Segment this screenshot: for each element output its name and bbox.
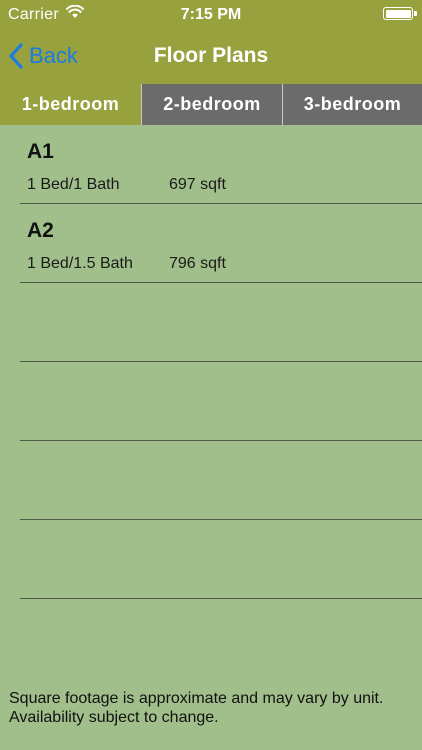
app-header: Carrier 7:15 PM Back Floor Plans xyxy=(0,0,422,84)
disclaimer-line-1: Square footage is approximate and may va… xyxy=(9,690,384,707)
empty-list-row xyxy=(20,362,422,441)
floor-plan-list: A1 1 Bed/1 Bath 697 sqft A2 1 Bed/1.5 Ba… xyxy=(0,125,422,599)
floor-plan-beds-baths: 1 Bed/1 Bath xyxy=(27,176,120,193)
bedroom-tabs: 1-bedroom 2-bedroom 3-bedroom xyxy=(0,84,422,125)
tab-3-bedroom[interactable]: 3-bedroom xyxy=(283,84,422,125)
status-bar: Carrier 7:15 PM xyxy=(0,0,422,30)
floor-plan-name: A2 xyxy=(27,219,54,242)
disclaimer-text: Square footage is approximate and may va… xyxy=(9,689,419,727)
tab-2-bedroom[interactable]: 2-bedroom xyxy=(142,84,282,125)
navigation-bar: Back Floor Plans xyxy=(0,30,422,84)
page-title: Floor Plans xyxy=(153,44,269,67)
floor-plan-row-a1[interactable]: A1 1 Bed/1 Bath 697 sqft xyxy=(20,125,422,204)
status-time: 7:15 PM xyxy=(180,6,242,23)
floor-plan-beds-baths: 1 Bed/1.5 Bath xyxy=(27,255,133,272)
disclaimer-line-2: Availability subject to change. xyxy=(9,709,219,726)
floor-plan-row-a2[interactable]: A2 1 Bed/1.5 Bath 796 sqft xyxy=(20,204,422,283)
floor-plan-name: A1 xyxy=(27,140,54,163)
floor-plan-sqft: 697 sqft xyxy=(169,176,226,193)
floor-plan-sqft: 796 sqft xyxy=(169,255,226,272)
empty-list-row xyxy=(20,283,422,362)
tab-1-bedroom[interactable]: 1-bedroom xyxy=(0,84,141,125)
empty-list-row xyxy=(20,520,422,599)
empty-list-row xyxy=(20,441,422,520)
battery-icon xyxy=(383,7,417,20)
